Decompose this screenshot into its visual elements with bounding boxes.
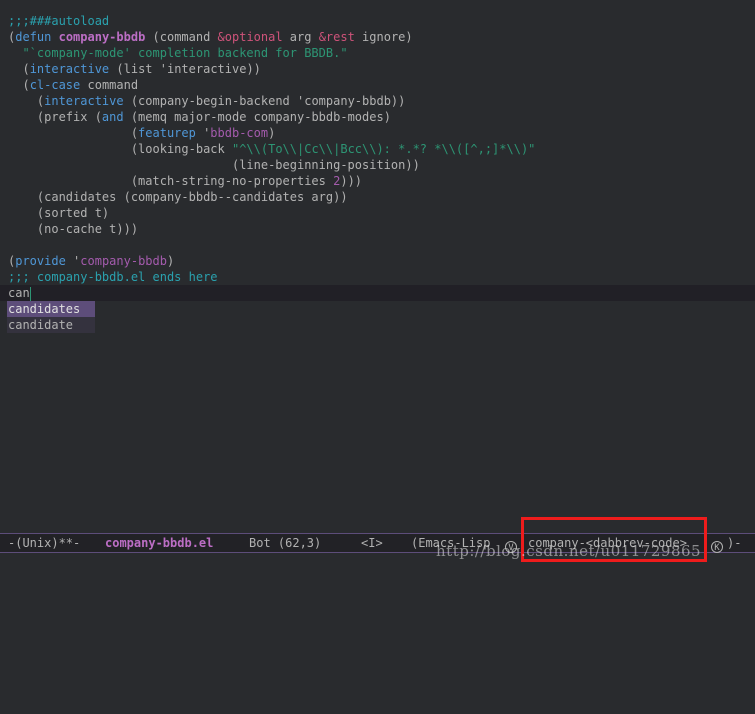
code-line: (prefix (and (memq major-mode company-bb… [8, 109, 755, 125]
code-text: ( [8, 78, 30, 92]
keyword-featurep: featurep [138, 126, 196, 140]
keyword-cl-case: cl-case [29, 78, 81, 92]
keyword-defun: defun [15, 30, 52, 44]
modeline-buffer-name[interactable]: company-bbdb.el [105, 534, 213, 552]
code-line: ;;; company-bbdb.el ends here [8, 269, 755, 285]
code-text: (command [145, 30, 218, 44]
code-line: (interactive (list 'interactive)) [8, 61, 755, 77]
comment-text: ;;;###autoload [8, 14, 110, 28]
completion-item-selected[interactable]: candidates [7, 301, 95, 317]
code-text: ' [65, 254, 81, 268]
code-line: (looking-back "^\\(To\\|Cc\\|Bcc\\): *.*… [8, 141, 755, 157]
code-text: (prefix ( [8, 110, 102, 124]
keyword-interactive: interactive [29, 62, 110, 76]
code-line: (line-beginning-position)) [8, 157, 755, 173]
keyword-optional: &optional [217, 30, 283, 44]
keyword-provide: provide [15, 254, 66, 268]
code-text: ) [166, 254, 175, 268]
k-circle-label: K [711, 541, 723, 553]
code-line: (featurep 'bbdb-com) [8, 125, 755, 141]
docstring: "`company-mode' completion backend for B… [8, 46, 348, 60]
code-text: ignore) [354, 30, 413, 44]
code-text: ( [8, 126, 139, 140]
code-text: (looking-back [8, 142, 232, 156]
code-text: (memq major-mode company-bbdb-modes) [123, 110, 391, 124]
keyword-rest: &rest [318, 30, 355, 44]
code-text: ( [8, 94, 45, 108]
code-line: (cl-case command [8, 77, 755, 93]
completion-popup[interactable]: candidates candidate [7, 301, 95, 333]
code-line: (interactive (company-begin-backend 'com… [8, 93, 755, 109]
code-text: ) [268, 126, 276, 140]
keyword-interactive: interactive [44, 94, 124, 108]
code-text: ))) [340, 174, 363, 188]
code-text: (company-begin-backend 'company-bbdb)) [123, 94, 406, 108]
regex-string: "^\\(To\\|Cc\\|Bcc\\): *.*? *\\([^,;]*\\… [231, 142, 536, 156]
code-line: (match-string-no-properties 2))) [8, 173, 755, 189]
comment-text: ;;; company-bbdb.el ends here [8, 270, 218, 284]
code-text: (match-string-no-properties [8, 174, 334, 188]
code-line: (defun company-bbdb (command &optional a… [8, 29, 755, 45]
k-circle-icon: K [711, 537, 723, 555]
code-text: (sorted t) [8, 206, 110, 220]
code-text: ' [195, 126, 211, 140]
modeline-status: -(Unix)**- [8, 536, 81, 550]
code-line: ;;;###autoload [8, 13, 755, 29]
code-text: (list 'interactive)) [109, 62, 261, 76]
keyword-and: and [101, 110, 124, 124]
code-line: (sorted t) [8, 205, 755, 221]
code-text: ( [8, 62, 30, 76]
code-editor[interactable]: ;;;###autoload (defun company-bbdb (comm… [0, 13, 755, 301]
text-cursor [29, 286, 31, 301]
watermark-text: http://blog.csdn.net/u011729865 [436, 542, 702, 560]
typed-input: can [8, 286, 30, 300]
code-line: "`company-mode' completion backend for B… [8, 45, 755, 61]
code-line: (candidates (company-bbdb--candidates ar… [8, 189, 755, 205]
code-text: (no-cache t))) [8, 222, 139, 236]
code-text: arg [282, 30, 319, 44]
code-line: (provide 'company-bbdb) [8, 253, 755, 269]
modeline-evil-state: <I> [361, 536, 383, 550]
modeline-tail: )- [727, 536, 742, 550]
code-text: (line-beginning-position)) [8, 158, 420, 172]
quoted-symbol: bbdb-com [210, 126, 269, 140]
code-text: (candidates (company-bbdb--candidates ar… [8, 190, 348, 204]
function-name: company-bbdb [58, 30, 146, 44]
current-line[interactable]: can [0, 285, 755, 301]
code-text: command [80, 78, 139, 92]
code-line: (no-cache t))) [8, 221, 755, 237]
quoted-symbol: company-bbdb [80, 254, 167, 268]
completion-item[interactable]: candidate [7, 317, 95, 333]
modeline-position: Bot (62,3) [249, 536, 322, 550]
